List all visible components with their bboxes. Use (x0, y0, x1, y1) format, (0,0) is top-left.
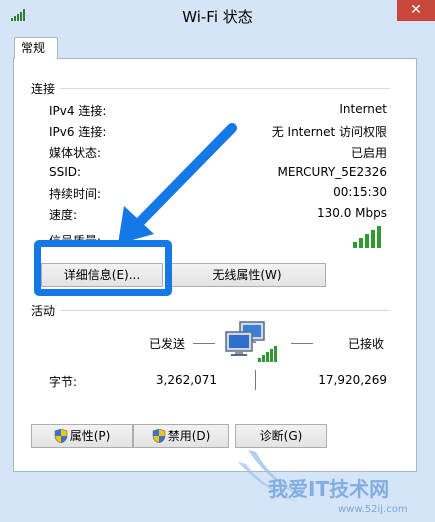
watermark-text: 我爱IT技术网 (268, 477, 390, 501)
watermark: 我爱IT技术网 www.52ij.com (238, 440, 435, 519)
tab-general[interactable]: 常规 (14, 37, 58, 59)
watermark-url: www.52ij.com (338, 504, 408, 515)
